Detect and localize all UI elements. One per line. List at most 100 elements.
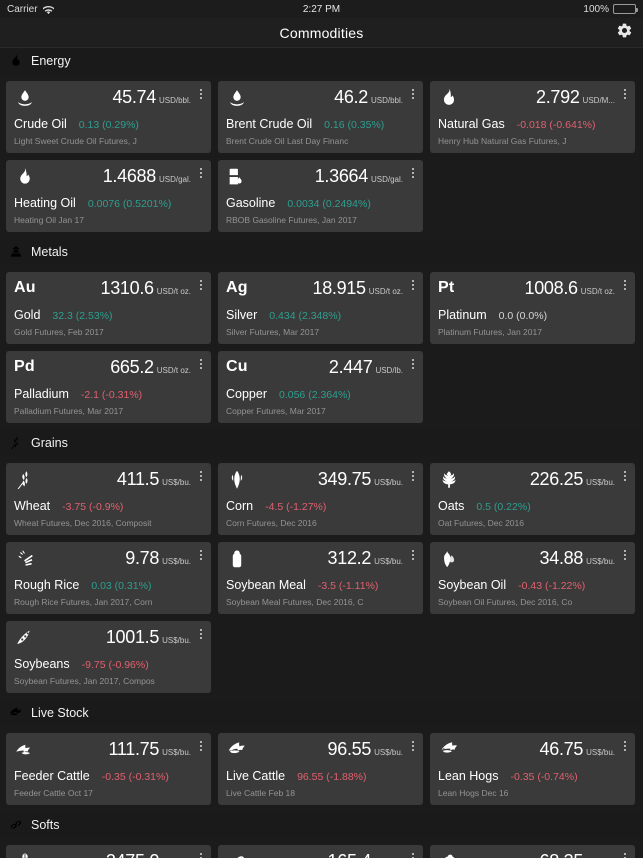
- commodity-card[interactable]: 2.792 USD/M... Natural Gas -0.018 (-0.641%)…: [430, 81, 635, 153]
- oats-icon: [438, 469, 460, 491]
- overflow-menu-icon[interactable]: [408, 547, 418, 563]
- commodity-card[interactable]: Pt 1008.6 USD/t oz. Platinum 0.0 (0.0%) Plati…: [430, 272, 635, 344]
- cocoa-icon: [14, 851, 36, 858]
- commodity-change: 0.5 (0.22%): [476, 501, 531, 513]
- overflow-menu-icon[interactable]: [620, 850, 630, 858]
- commodity-price: 665.2: [110, 357, 154, 377]
- commodity-card[interactable]: 34.88 US$/bu. Soybean Oil -0.43 (-1.22%) Soy…: [430, 542, 635, 614]
- overflow-menu-icon[interactable]: [620, 738, 630, 754]
- overflow-menu-icon[interactable]: [196, 86, 206, 102]
- overflow-menu-icon[interactable]: [620, 86, 630, 102]
- commodity-unit: USD/lb.: [375, 366, 403, 375]
- status-bar-right: 100%: [583, 4, 638, 15]
- commodity-unit: US$/bu.: [374, 748, 403, 757]
- commodity-description: Rough Rice Futures, Jan 2017, Corn: [14, 597, 153, 607]
- commodity-card[interactable]: 46.75 US$/bu. Lean Hogs -0.35 (-0.74%) Lean …: [430, 733, 635, 805]
- sections-container: Energy 45.74 USD/bbl. Crude Oil 0.13 (0.29%)…: [0, 48, 643, 858]
- commodity-price: 111.75: [108, 739, 160, 759]
- commodity-grid: 45.74 USD/bbl. Crude Oil 0.13 (0.29%) Light …: [0, 74, 643, 239]
- commodity-change: -3.5 (-1.11%): [317, 580, 379, 592]
- price-block: 1008.6 USD/t oz.: [525, 278, 628, 298]
- commodity-price: 1.3664: [314, 166, 369, 186]
- commodity-card[interactable]: 411.5 US$/bu. Wheat -3.75 (-0.9%) Wheat Futu…: [6, 463, 211, 535]
- settings-button[interactable]: [614, 23, 634, 43]
- commodity-card[interactable]: 96.55 US$/bu. Live Cattle 96.55 (-1.88%) Liv…: [218, 733, 423, 805]
- commodity-description: Heating Oil Jan 17: [14, 215, 84, 225]
- commodity-name: Oats: [438, 499, 465, 513]
- overflow-menu-icon[interactable]: [408, 356, 418, 372]
- commodity-change: -0.35 (-0.31%): [101, 771, 169, 783]
- commodity-grid: 411.5 US$/bu. Wheat -3.75 (-0.9%) Wheat Futu…: [0, 456, 643, 700]
- commodity-card[interactable]: 111.75 US$/bu. Feeder Cattle -0.35 (-0.31%)…: [6, 733, 211, 805]
- card-middle-row: Soybeans -9.75 (-0.96%): [14, 656, 203, 672]
- overflow-menu-icon[interactable]: [408, 277, 418, 293]
- commodity-card[interactable]: 1.4688 USD/gal. Heating Oil 0.0076 (0.5201%…: [6, 160, 211, 232]
- hog-icon: [438, 739, 460, 761]
- commodity-card[interactable]: 1.3664 USD/gal. Gasoline 0.0034 (0.2494%) RB…: [218, 160, 423, 232]
- commodity-section: Grains 411.5 US$/bu. Wheat -3.75 (-0.9%) Whea…: [0, 430, 643, 700]
- overflow-menu-icon[interactable]: [620, 547, 630, 563]
- commodity-name: Wheat: [14, 499, 51, 513]
- commodity-price: 226.25: [529, 469, 584, 489]
- overflow-menu-icon[interactable]: [196, 738, 206, 754]
- commodity-card[interactable]: 1001.5 US$/bu. Soybeans -9.75 (-0.96%) Soybe…: [6, 621, 211, 693]
- commodity-card[interactable]: 46.2 USD/bbl. Brent Crude Oil 0.16 (0.35%) B…: [218, 81, 423, 153]
- commodity-unit: US$/bu.: [374, 557, 403, 566]
- commodity-name: Feeder Cattle: [14, 769, 90, 783]
- commodity-name: Palladium: [14, 387, 69, 401]
- commodities-scroll-view[interactable]: Energy 45.74 USD/bbl. Crude Oil 0.13 (0.29%)…: [0, 48, 643, 858]
- commodity-unit: US$/bu.: [162, 636, 191, 645]
- section-title: Grains: [31, 436, 68, 450]
- card-top-row: 1.4688 USD/gal.: [14, 166, 203, 192]
- overflow-menu-icon[interactable]: [196, 468, 206, 484]
- card-middle-row: Oats 0.5 (0.22%): [438, 498, 627, 514]
- commodity-name: Soybean Meal: [226, 578, 306, 592]
- overflow-menu-icon[interactable]: [408, 468, 418, 484]
- commodity-card[interactable]: 226.25 US$/bu. Oats 0.5 (0.22%) Oat Futures,…: [430, 463, 635, 535]
- commodity-section: Metals Au 1310.6 USD/t oz. Gold 32.3 (2.53%) G…: [0, 239, 643, 430]
- section-title: Softs: [31, 818, 60, 832]
- overflow-menu-icon[interactable]: [408, 86, 418, 102]
- commodity-card[interactable]: Ag 18.915 USD/t oz. Silver 0.434 (2.348%) Sil…: [218, 272, 423, 344]
- price-block: 111.75 US$/bu.: [109, 739, 204, 759]
- commodity-card[interactable]: 349.75 US$/bu. Corn -4.5 (-1.27%) Corn Futur…: [218, 463, 423, 535]
- card-top-row: Pd 665.2 USD/t oz.: [14, 357, 203, 383]
- commodity-price: 1001.5: [105, 627, 160, 647]
- price-block: 2475.0US$/bu.: [106, 851, 203, 858]
- overflow-menu-icon[interactable]: [620, 468, 630, 484]
- card-middle-row: Feeder Cattle -0.35 (-0.31%): [14, 768, 203, 784]
- commodity-card[interactable]: 165.4US$/bu.Coffee "C"-2.1 (-1.25%)Coffe…: [218, 845, 423, 858]
- commodity-description: Brent Crude Oil Last Day Financ: [226, 136, 349, 146]
- commodity-price: 9.78: [125, 548, 160, 568]
- commodity-card[interactable]: 2475.0US$/bu.Cocoa-26.0 (-1.04%)Cocoa De…: [6, 845, 211, 858]
- overflow-menu-icon[interactable]: [196, 356, 206, 372]
- commodity-description: Soybean Futures, Jan 2017, Compos: [14, 676, 155, 686]
- commodity-change: 0.056 (2.364%): [279, 389, 351, 401]
- overflow-menu-icon[interactable]: [196, 165, 206, 181]
- commodity-change: 0.434 (2.348%): [269, 310, 342, 322]
- commodity-symbol: Au: [14, 279, 36, 296]
- commodity-card[interactable]: 312.2 US$/bu. Soybean Meal -3.5 (-1.11%) Soy…: [218, 542, 423, 614]
- commodity-card[interactable]: 68.35US$/bu.Cotton-0.4 (-0.58%)Cotton De…: [430, 845, 635, 858]
- price-block: 9.78 US$/bu.: [125, 548, 203, 568]
- overflow-menu-icon[interactable]: [408, 165, 418, 181]
- commodity-change: 0.13 (0.29%): [78, 119, 139, 131]
- overflow-menu-icon[interactable]: [408, 850, 418, 858]
- overflow-menu-icon[interactable]: [620, 277, 630, 293]
- commodity-change: -2.1 (-0.31%): [80, 389, 143, 401]
- commodity-card[interactable]: 9.78 US$/bu. Rough Rice 0.03 (0.31%) Rough R…: [6, 542, 211, 614]
- commodity-card[interactable]: Pd 665.2 USD/t oz. Palladium -2.1 (-0.31%) Pa…: [6, 351, 211, 423]
- commodity-card[interactable]: Cu 2.447 USD/lb. Copper 0.056 (2.364%) Copper…: [218, 351, 423, 423]
- commodity-name: Heating Oil: [14, 196, 76, 210]
- overflow-menu-icon[interactable]: [196, 277, 206, 293]
- commodity-name: Soybeans: [14, 657, 70, 671]
- page-title: Commodities: [279, 24, 364, 41]
- commodity-change: 96.55 (-1.88%): [297, 771, 367, 783]
- card-top-row: 1001.5 US$/bu.: [14, 627, 203, 653]
- commodity-card[interactable]: 45.74 USD/bbl. Crude Oil 0.13 (0.29%) Light …: [6, 81, 211, 153]
- overflow-menu-icon[interactable]: [196, 850, 206, 858]
- overflow-menu-icon[interactable]: [196, 547, 206, 563]
- commodity-card[interactable]: Au 1310.6 USD/t oz. Gold 32.3 (2.53%) Gold Fu…: [6, 272, 211, 344]
- overflow-menu-icon[interactable]: [196, 626, 206, 642]
- overflow-menu-icon[interactable]: [408, 738, 418, 754]
